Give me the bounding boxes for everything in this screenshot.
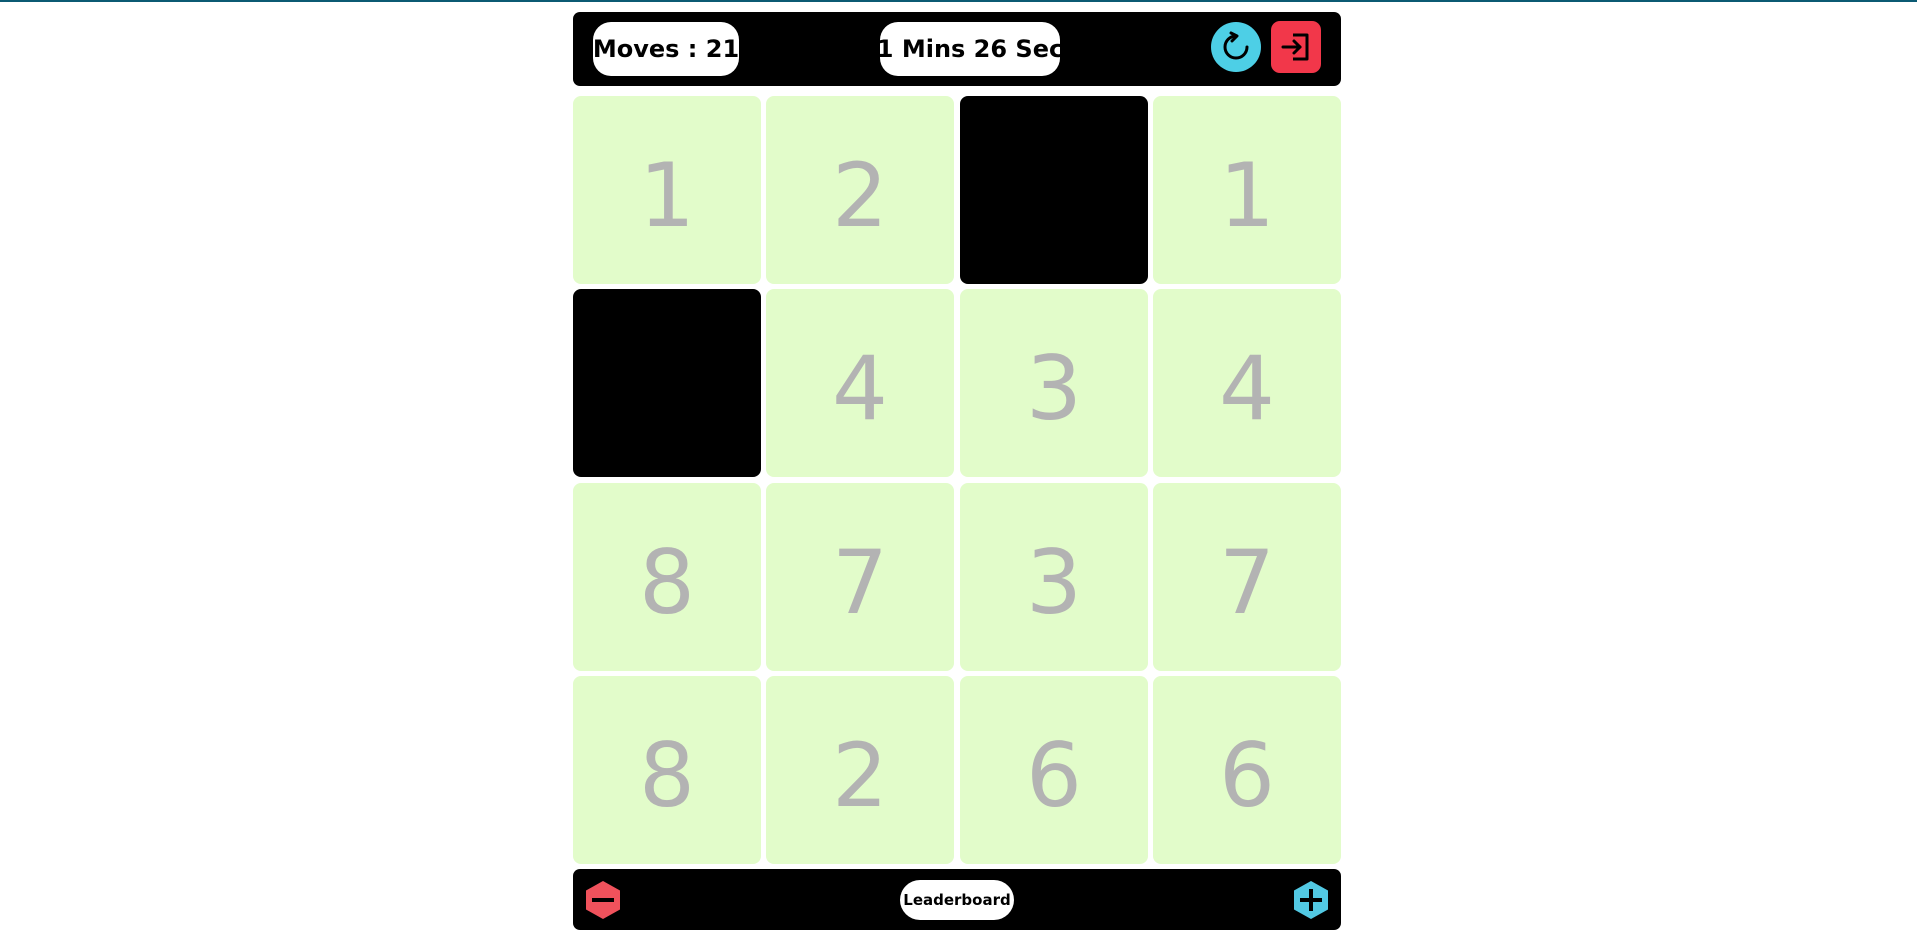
tile[interactable]: 3 <box>960 289 1148 477</box>
header-bar: Moves : 21 1 Mins 26 Sec <box>573 12 1341 86</box>
tile[interactable]: 4 <box>766 289 954 477</box>
top-border-line <box>0 0 1917 2</box>
tile-hidden[interactable] <box>573 289 761 477</box>
leaderboard-button[interactable]: Leaderboard <box>900 880 1014 920</box>
tile[interactable]: 8 <box>573 676 761 864</box>
moves-counter: Moves : 21 <box>593 22 739 76</box>
game-board: 12143487378266 <box>573 96 1341 864</box>
exit-icon <box>1281 33 1309 61</box>
tile[interactable]: 2 <box>766 676 954 864</box>
tile[interactable]: 6 <box>1153 676 1341 864</box>
restart-button[interactable] <box>1211 22 1261 72</box>
tile[interactable]: 8 <box>573 483 761 671</box>
tile-hidden[interactable] <box>960 96 1148 284</box>
minus-hexagon-icon <box>586 881 620 919</box>
tile[interactable]: 3 <box>960 483 1148 671</box>
increase-button[interactable] <box>1291 880 1331 920</box>
exit-button[interactable] <box>1271 21 1321 73</box>
timer-display: 1 Mins 26 Sec <box>877 22 1063 76</box>
game-container: Moves : 21 1 Mins 26 Sec 12143487378266 … <box>573 12 1341 930</box>
restart-icon <box>1223 31 1249 60</box>
tile[interactable]: 1 <box>573 96 761 284</box>
tile[interactable]: 4 <box>1153 289 1341 477</box>
tile[interactable]: 7 <box>766 483 954 671</box>
tile[interactable]: 1 <box>1153 96 1341 284</box>
tile[interactable]: 2 <box>766 96 954 284</box>
decrease-button[interactable] <box>583 880 623 920</box>
footer-bar: Leaderboard <box>573 869 1341 930</box>
plus-hexagon-icon <box>1294 881 1328 919</box>
tile[interactable]: 7 <box>1153 483 1341 671</box>
tile[interactable]: 6 <box>960 676 1148 864</box>
